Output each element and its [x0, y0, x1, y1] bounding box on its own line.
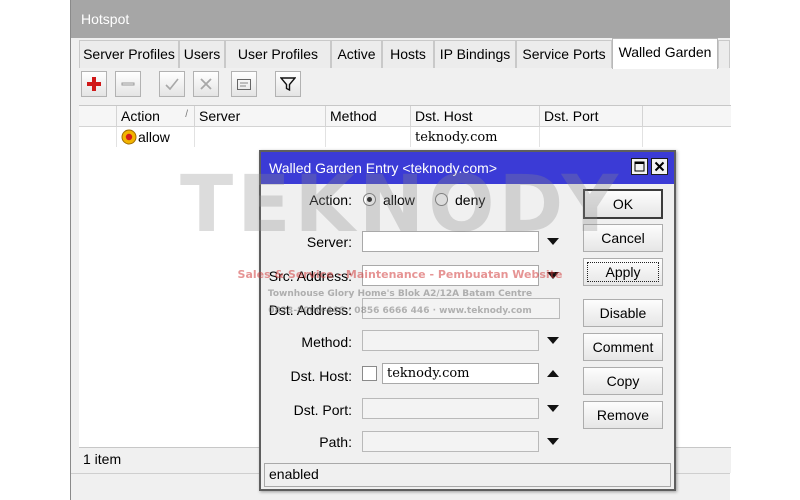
radio-allow[interactable]	[363, 193, 376, 206]
dst-address-label: Dst. Address:	[268, 302, 352, 318]
sort-indicator: /	[185, 109, 188, 120]
comment-button[interactable]	[231, 71, 257, 97]
maximize-button[interactable]	[631, 158, 648, 175]
column-header-flag	[79, 106, 117, 127]
path-label: Path:	[319, 434, 352, 450]
column-header-action[interactable]: Action /	[117, 106, 195, 127]
cancel-button[interactable]: Cancel	[583, 224, 663, 252]
allow-icon	[121, 129, 137, 145]
tab-server-profiles[interactable]: Server Profiles	[79, 40, 179, 68]
remove-button[interactable]	[115, 71, 141, 97]
enable-icon	[165, 78, 179, 91]
dialog-status-text: enabled	[269, 466, 319, 482]
walled-garden-entry-dialog: Walled Garden Entry <teknody.com> Action…	[259, 150, 676, 491]
row-action-text: allow	[138, 129, 170, 145]
row-action: allow	[117, 127, 195, 147]
dst-host-negate-checkbox[interactable]	[362, 366, 377, 381]
radio-deny-label[interactable]: deny	[455, 192, 485, 208]
dialog-status-bar: enabled	[264, 463, 671, 487]
disable-button[interactable]: Disable	[583, 299, 663, 327]
add-icon	[87, 77, 101, 91]
window-title: Hotspot	[81, 11, 130, 27]
column-header-method[interactable]: Method	[326, 106, 411, 127]
column-header-dst-port[interactable]: Dst. Port	[540, 106, 643, 127]
disable-button[interactable]	[193, 71, 219, 97]
maximize-icon	[634, 161, 645, 172]
tab-users[interactable]: Users	[179, 40, 225, 68]
tab-walled-garden[interactable]: Walled Garden	[612, 38, 718, 69]
table-row[interactable]: allow teknody.com	[79, 127, 731, 147]
ok-button[interactable]: OK	[583, 189, 663, 219]
row-method	[326, 127, 411, 147]
src-address-dropdown-icon[interactable]	[547, 272, 559, 279]
server-label: Server:	[306, 234, 352, 250]
dst-address-field[interactable]	[362, 298, 560, 319]
add-button[interactable]	[81, 71, 107, 97]
remove-icon	[121, 82, 135, 86]
radio-allow-label[interactable]: allow	[383, 192, 415, 208]
column-header-dst-host[interactable]: Dst. Host	[411, 106, 540, 127]
row-dst-host: teknody.com	[411, 127, 540, 147]
column-header-server[interactable]: Server	[195, 106, 326, 127]
dialog-titlebar[interactable]: Walled Garden Entry <teknody.com>	[261, 152, 674, 184]
copy-button[interactable]: Copy	[583, 367, 663, 395]
item-count: 1 item	[83, 451, 122, 467]
disable-icon	[200, 78, 212, 90]
tab-overflow[interactable]	[718, 40, 730, 68]
enable-button[interactable]	[159, 71, 185, 97]
dst-host-field[interactable]: teknody.com	[382, 363, 539, 384]
row-flag	[79, 127, 117, 147]
method-label: Method:	[301, 334, 352, 350]
close-button[interactable]	[651, 158, 668, 175]
server-field[interactable]	[362, 231, 539, 252]
dst-port-label: Dst. Port:	[293, 402, 352, 418]
remove-button[interactable]: Remove	[583, 401, 663, 429]
radio-deny[interactable]	[435, 193, 448, 206]
close-icon	[654, 161, 665, 172]
src-address-label: Src. Address:	[268, 268, 352, 284]
row-dst-port	[540, 127, 643, 147]
table-header: Action / Server Method Dst. Host Dst. Po…	[79, 106, 731, 127]
comment-icon	[237, 79, 251, 90]
dst-port-field[interactable]	[362, 398, 539, 419]
tab-user-profiles[interactable]: User Profiles	[225, 40, 331, 68]
window-titlebar[interactable]: Hotspot	[71, 0, 730, 38]
path-dropdown-icon[interactable]	[547, 438, 559, 445]
dst-port-dropdown-icon[interactable]	[547, 405, 559, 412]
tab-ip-bindings[interactable]: IP Bindings	[434, 40, 516, 68]
tab-hosts[interactable]: Hosts	[382, 40, 434, 68]
path-field[interactable]	[362, 431, 539, 452]
method-field[interactable]	[362, 330, 539, 351]
dst-host-label: Dst. Host:	[290, 368, 352, 384]
tab-bar: Server Profiles Users User Profiles Acti…	[79, 38, 730, 69]
action-label: Action:	[309, 192, 352, 208]
toolbar	[71, 68, 730, 104]
column-header-empty	[643, 106, 731, 127]
comment-button[interactable]: Comment	[583, 333, 663, 361]
method-dropdown-icon[interactable]	[547, 337, 559, 344]
filter-button[interactable]	[275, 71, 301, 97]
dialog-title: Walled Garden Entry <teknody.com>	[269, 160, 497, 176]
tab-service-ports[interactable]: Service Ports	[516, 40, 612, 68]
server-dropdown-icon[interactable]	[547, 238, 559, 245]
apply-button[interactable]: Apply	[583, 258, 663, 286]
tab-active[interactable]: Active	[331, 40, 382, 68]
row-server	[195, 127, 326, 147]
filter-icon	[280, 77, 296, 92]
src-address-field[interactable]	[362, 265, 539, 286]
dst-host-collapse-icon[interactable]	[547, 370, 559, 377]
